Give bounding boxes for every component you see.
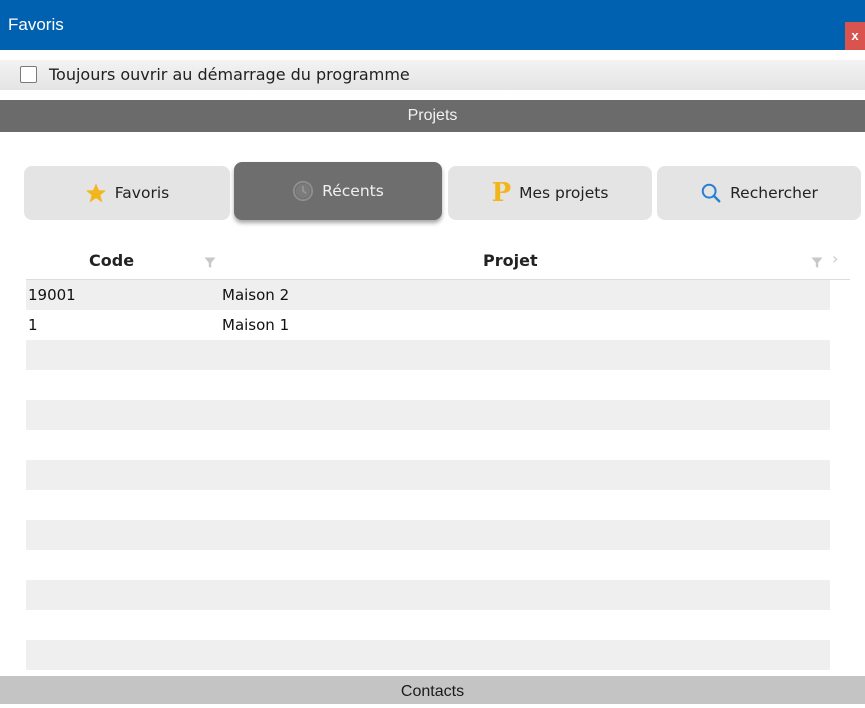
magnifier-icon <box>700 182 722 204</box>
close-button[interactable]: x <box>845 22 865 50</box>
cell-projet: Maison 2 <box>222 286 290 304</box>
recent-projects-table: 19001 Maison 2 1 Maison 1 <box>26 280 830 670</box>
window-title: Favoris <box>8 15 64 34</box>
column-header-code[interactable]: Code <box>89 242 134 280</box>
table-row[interactable] <box>26 640 830 670</box>
tab-mes-projets-label: Mes projets <box>519 184 609 202</box>
table-row[interactable]: 1 Maison 1 <box>26 310 830 340</box>
filter-icon[interactable] <box>204 254 216 273</box>
tab-mes-projets[interactable]: P Mes projets <box>448 166 652 220</box>
startup-checkbox-label[interactable]: Toujours ouvrir au démarrage du programm… <box>49 60 410 90</box>
chevron-right-icon[interactable]: › <box>832 242 838 276</box>
contacts-section-header[interactable]: Contacts <box>0 676 865 704</box>
tab-favoris[interactable]: Favoris <box>24 166 230 220</box>
table-row[interactable] <box>26 400 830 430</box>
table-row[interactable] <box>26 580 830 610</box>
table-row[interactable] <box>26 430 830 460</box>
clock-icon <box>292 180 314 202</box>
filter-icon[interactable] <box>811 254 823 273</box>
title-bar: Favoris x <box>0 0 865 50</box>
cell-projet: Maison 1 <box>222 316 290 334</box>
startup-checkbox[interactable] <box>20 66 37 83</box>
table-row[interactable] <box>26 370 830 400</box>
table-row[interactable] <box>26 520 830 550</box>
cell-code: 19001 <box>28 286 76 304</box>
tab-favoris-label: Favoris <box>114 184 170 202</box>
table-header: Code Projet › <box>26 242 850 280</box>
table-row[interactable] <box>26 460 830 490</box>
column-header-projet[interactable]: Projet <box>483 242 538 280</box>
star-icon <box>85 182 107 204</box>
table-row[interactable] <box>26 550 830 580</box>
table-row[interactable] <box>26 490 830 520</box>
tab-recents[interactable]: Récents <box>234 162 442 220</box>
startup-option-row: Toujours ouvrir au démarrage du programm… <box>0 60 865 90</box>
p-letter-icon: P <box>491 178 512 208</box>
cell-code: 1 <box>28 316 38 334</box>
projets-section-header[interactable]: Projets <box>0 100 865 132</box>
table-row[interactable]: 19001 Maison 2 <box>26 280 830 310</box>
tab-recents-label: Récents <box>322 182 384 200</box>
tab-rechercher-label: Rechercher <box>730 184 818 202</box>
table-row[interactable] <box>26 610 830 640</box>
tab-rechercher[interactable]: Rechercher <box>657 166 861 220</box>
table-row[interactable] <box>26 340 830 370</box>
